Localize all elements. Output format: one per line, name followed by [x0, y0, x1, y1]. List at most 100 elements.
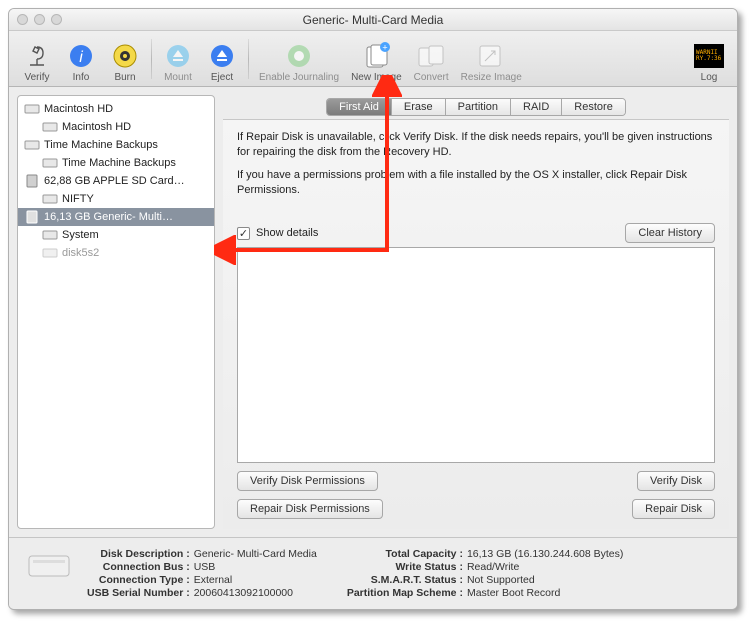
footer-key: Total Capacity [347, 548, 463, 560]
convert-button[interactable]: Convert [408, 31, 455, 87]
sidebar-item-label: disk5s2 [62, 247, 99, 259]
enable-journaling-button[interactable]: Enable Journaling [253, 31, 345, 87]
sidebar-item-label: 16,13 GB Generic- Multi… [44, 211, 173, 223]
main-panel: First Aid Erase Partition RAID Restore I… [223, 95, 729, 529]
toolbar-separator [248, 39, 249, 79]
burn-icon [109, 40, 141, 72]
new-image-icon: + [360, 40, 392, 72]
help-p1: If Repair Disk is unavailable, click Ver… [237, 130, 715, 160]
toolbar-label: Verify [24, 72, 49, 83]
sd-icon [24, 174, 40, 188]
eject-icon [206, 40, 238, 72]
sidebar-item-time-machine[interactable]: Time Machine Backups [18, 136, 214, 154]
disk-icon [25, 548, 73, 599]
toolbar-label: Convert [414, 72, 449, 83]
hdd-icon [42, 120, 58, 134]
sidebar-item-label: Time Machine Backups [62, 157, 176, 169]
journaling-icon [283, 40, 315, 72]
details-textarea[interactable] [237, 247, 715, 463]
sidebar-item-macintosh-hd[interactable]: Macintosh HD [18, 100, 214, 118]
footer-key: Partition Map Scheme [347, 587, 463, 599]
footer-val: Generic- Multi-Card Media [194, 548, 317, 560]
sidebar-item-system[interactable]: System [18, 226, 214, 244]
log-button[interactable]: WARNIIRY.7:36 Log [687, 31, 731, 87]
verify-button[interactable]: Verify [15, 31, 59, 87]
footer-key: Write Status [347, 561, 463, 573]
convert-icon [415, 40, 447, 72]
toolbar-separator [151, 39, 152, 79]
sidebar-item-time-machine-vol[interactable]: Time Machine Backups [18, 154, 214, 172]
eject-button[interactable]: Eject [200, 31, 244, 87]
sidebar-item-label: Macintosh HD [62, 121, 131, 133]
titlebar: Generic- Multi-Card Media [9, 9, 737, 31]
sidebar-item-label: 62,88 GB APPLE SD Card… [44, 175, 185, 187]
toolbar-label: Enable Journaling [259, 72, 339, 83]
verify-disk-button[interactable]: Verify Disk [637, 471, 715, 491]
toolbar: Verify i Info Burn Mount Eject Enable Jo… [9, 31, 737, 87]
disk-sidebar: Macintosh HD Macintosh HD Time Machine B… [17, 95, 215, 529]
show-details-label: Show details [256, 227, 318, 239]
toolbar-label: Mount [164, 72, 192, 83]
toolbar-label: Burn [114, 72, 135, 83]
tab-erase[interactable]: Erase [392, 99, 446, 115]
footer: Disk Description Generic- Multi-Card Medi… [9, 537, 737, 609]
footer-col-right: Total Capacity 16,13 GB (16.130.244.608 B… [347, 548, 624, 599]
svg-text:+: + [383, 42, 388, 52]
footer-val: Master Boot Record [467, 587, 623, 599]
footer-key: USB Serial Number [87, 587, 190, 599]
hdd-icon [42, 246, 58, 260]
first-aid-panel: If Repair Disk is unavailable, click Ver… [223, 119, 729, 529]
footer-val: External [194, 574, 317, 586]
sidebar-item-macintosh-hd-vol[interactable]: Macintosh HD [18, 118, 214, 136]
toolbar-label: New Image [351, 72, 402, 83]
repair-row: Repair Disk Permissions Repair Disk [237, 499, 715, 519]
body: Macintosh HD Macintosh HD Time Machine B… [9, 87, 737, 537]
resize-image-icon [475, 40, 507, 72]
hdd-icon [24, 138, 40, 152]
sidebar-item-generic-multi[interactable]: 16,13 GB Generic- Multi… [18, 208, 214, 226]
sidebar-item-label: Time Machine Backups [44, 139, 158, 151]
tab-partition[interactable]: Partition [446, 99, 511, 115]
footer-key: Disk Description [87, 548, 190, 560]
sidebar-item-apple-sd[interactable]: 62,88 GB APPLE SD Card… [18, 172, 214, 190]
help-p2: If you have a permissions problem with a… [237, 168, 715, 198]
hdd-icon [42, 228, 58, 242]
clear-history-button[interactable]: Clear History [625, 223, 715, 243]
footer-val: 16,13 GB (16.130.244.608 Bytes) [467, 548, 623, 560]
sidebar-item-label: Macintosh HD [44, 103, 113, 115]
sidebar-item-nifty[interactable]: NIFTY [18, 190, 214, 208]
new-image-button[interactable]: + New Image [345, 31, 408, 87]
svg-text:i: i [79, 49, 83, 66]
toolbar-label: Log [701, 72, 718, 83]
burn-button[interactable]: Burn [103, 31, 147, 87]
microscope-icon [21, 40, 53, 72]
show-details-row: ✓ Show details Clear History [237, 223, 715, 243]
tab-segmented: First Aid Erase Partition RAID Restore [326, 98, 626, 116]
hdd-icon [24, 102, 40, 116]
footer-columns: Disk Description Generic- Multi-Card Medi… [87, 548, 623, 599]
disk-utility-window: Generic- Multi-Card Media Verify i Info … [8, 8, 738, 610]
repair-disk-button[interactable]: Repair Disk [632, 499, 715, 519]
tabbar: First Aid Erase Partition RAID Restore [223, 95, 729, 119]
verify-disk-permissions-button[interactable]: Verify Disk Permissions [237, 471, 378, 491]
tab-restore[interactable]: Restore [562, 99, 625, 115]
tab-raid[interactable]: RAID [511, 99, 562, 115]
mount-icon [162, 40, 194, 72]
info-button[interactable]: i Info [59, 31, 103, 87]
tab-first-aid[interactable]: First Aid [327, 99, 392, 115]
toolbar-label: Resize Image [461, 72, 522, 83]
permissions-row: Verify Disk Permissions Verify Disk [237, 471, 715, 491]
show-details-checkbox[interactable]: ✓ [237, 227, 250, 240]
footer-key: S.M.A.R.T. Status [347, 574, 463, 586]
toolbar-label: Eject [211, 72, 233, 83]
hdd-icon [42, 156, 58, 170]
log-icon: WARNIIRY.7:36 [693, 40, 725, 72]
mount-button[interactable]: Mount [156, 31, 200, 87]
footer-val: Not Supported [467, 574, 623, 586]
repair-disk-permissions-button[interactable]: Repair Disk Permissions [237, 499, 383, 519]
footer-val: 20060413092100000 [194, 587, 317, 599]
toolbar-label: Info [73, 72, 90, 83]
sidebar-item-disk5s2[interactable]: disk5s2 [18, 244, 214, 262]
resize-image-button[interactable]: Resize Image [455, 31, 528, 87]
footer-key: Connection Type [87, 574, 190, 586]
